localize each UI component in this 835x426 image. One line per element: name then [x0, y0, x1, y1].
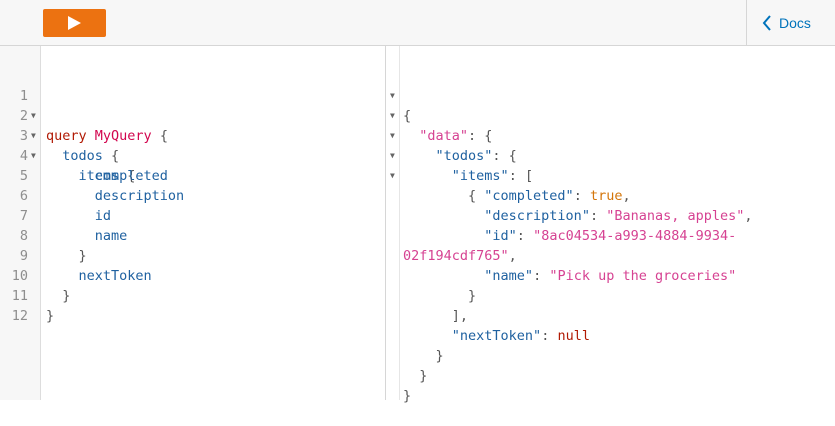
- query-line-9: 9 nextToken: [19, 248, 152, 284]
- query-line-4: 4 completed: [19, 148, 168, 184]
- docs-button[interactable]: Docs: [746, 0, 835, 46]
- query-line-8: 8 }: [19, 228, 87, 264]
- result-line: }: [403, 288, 477, 304]
- result-line: "completed": true,: [484, 188, 631, 204]
- result-line: ▼ "items": [: [386, 126, 835, 184]
- result-line: ▼ "todos": {: [386, 106, 835, 164]
- query-line-3: 3 ▼ items {: [19, 128, 136, 184]
- result-line: "name": "Pick up the groceries": [484, 268, 737, 284]
- result-line: }: [403, 388, 412, 404]
- result-line: ],: [403, 308, 469, 324]
- result-line: 02f194cdf765",: [403, 248, 517, 264]
- query-line-11: 11 }: [11, 288, 55, 324]
- toolbar: Docs: [0, 0, 835, 46]
- play-icon: [68, 16, 81, 30]
- result-line: }: [403, 368, 428, 384]
- run-query-button[interactable]: [43, 9, 106, 37]
- docs-label: Docs: [779, 15, 811, 31]
- result-viewer: ▼ { ▼ "data": { ▼ "todos": { ▼ "items": …: [386, 46, 835, 404]
- result-line: ▼ {: [386, 66, 835, 124]
- query-line-2: 2 ▼ todos {: [19, 108, 120, 164]
- query-line-10: 10 }: [11, 268, 71, 304]
- query-line-7: 7 name: [19, 208, 128, 244]
- result-line: ▼ "data": {: [386, 86, 835, 144]
- result-line: "description": "Bananas, apples",: [484, 208, 753, 224]
- query-editor[interactable]: 1 ▼ query MyQuery { 2 ▼ todos { 3 ▼ item…: [0, 46, 386, 400]
- result-line: ▼ {: [386, 146, 835, 204]
- query-line-5: 5 description: [19, 168, 185, 204]
- query-line-12: 12: [11, 308, 28, 324]
- query-line-6: 6 id: [19, 188, 112, 224]
- result-line: "nextToken": null: [451, 328, 590, 344]
- chevron-left-icon: [762, 15, 771, 31]
- query-line-1: 1 ▼ query MyQuery {: [19, 88, 168, 144]
- result-line: }: [403, 348, 444, 364]
- result-line: "id": "8ac04534-a993-4884-9934-: [484, 228, 737, 244]
